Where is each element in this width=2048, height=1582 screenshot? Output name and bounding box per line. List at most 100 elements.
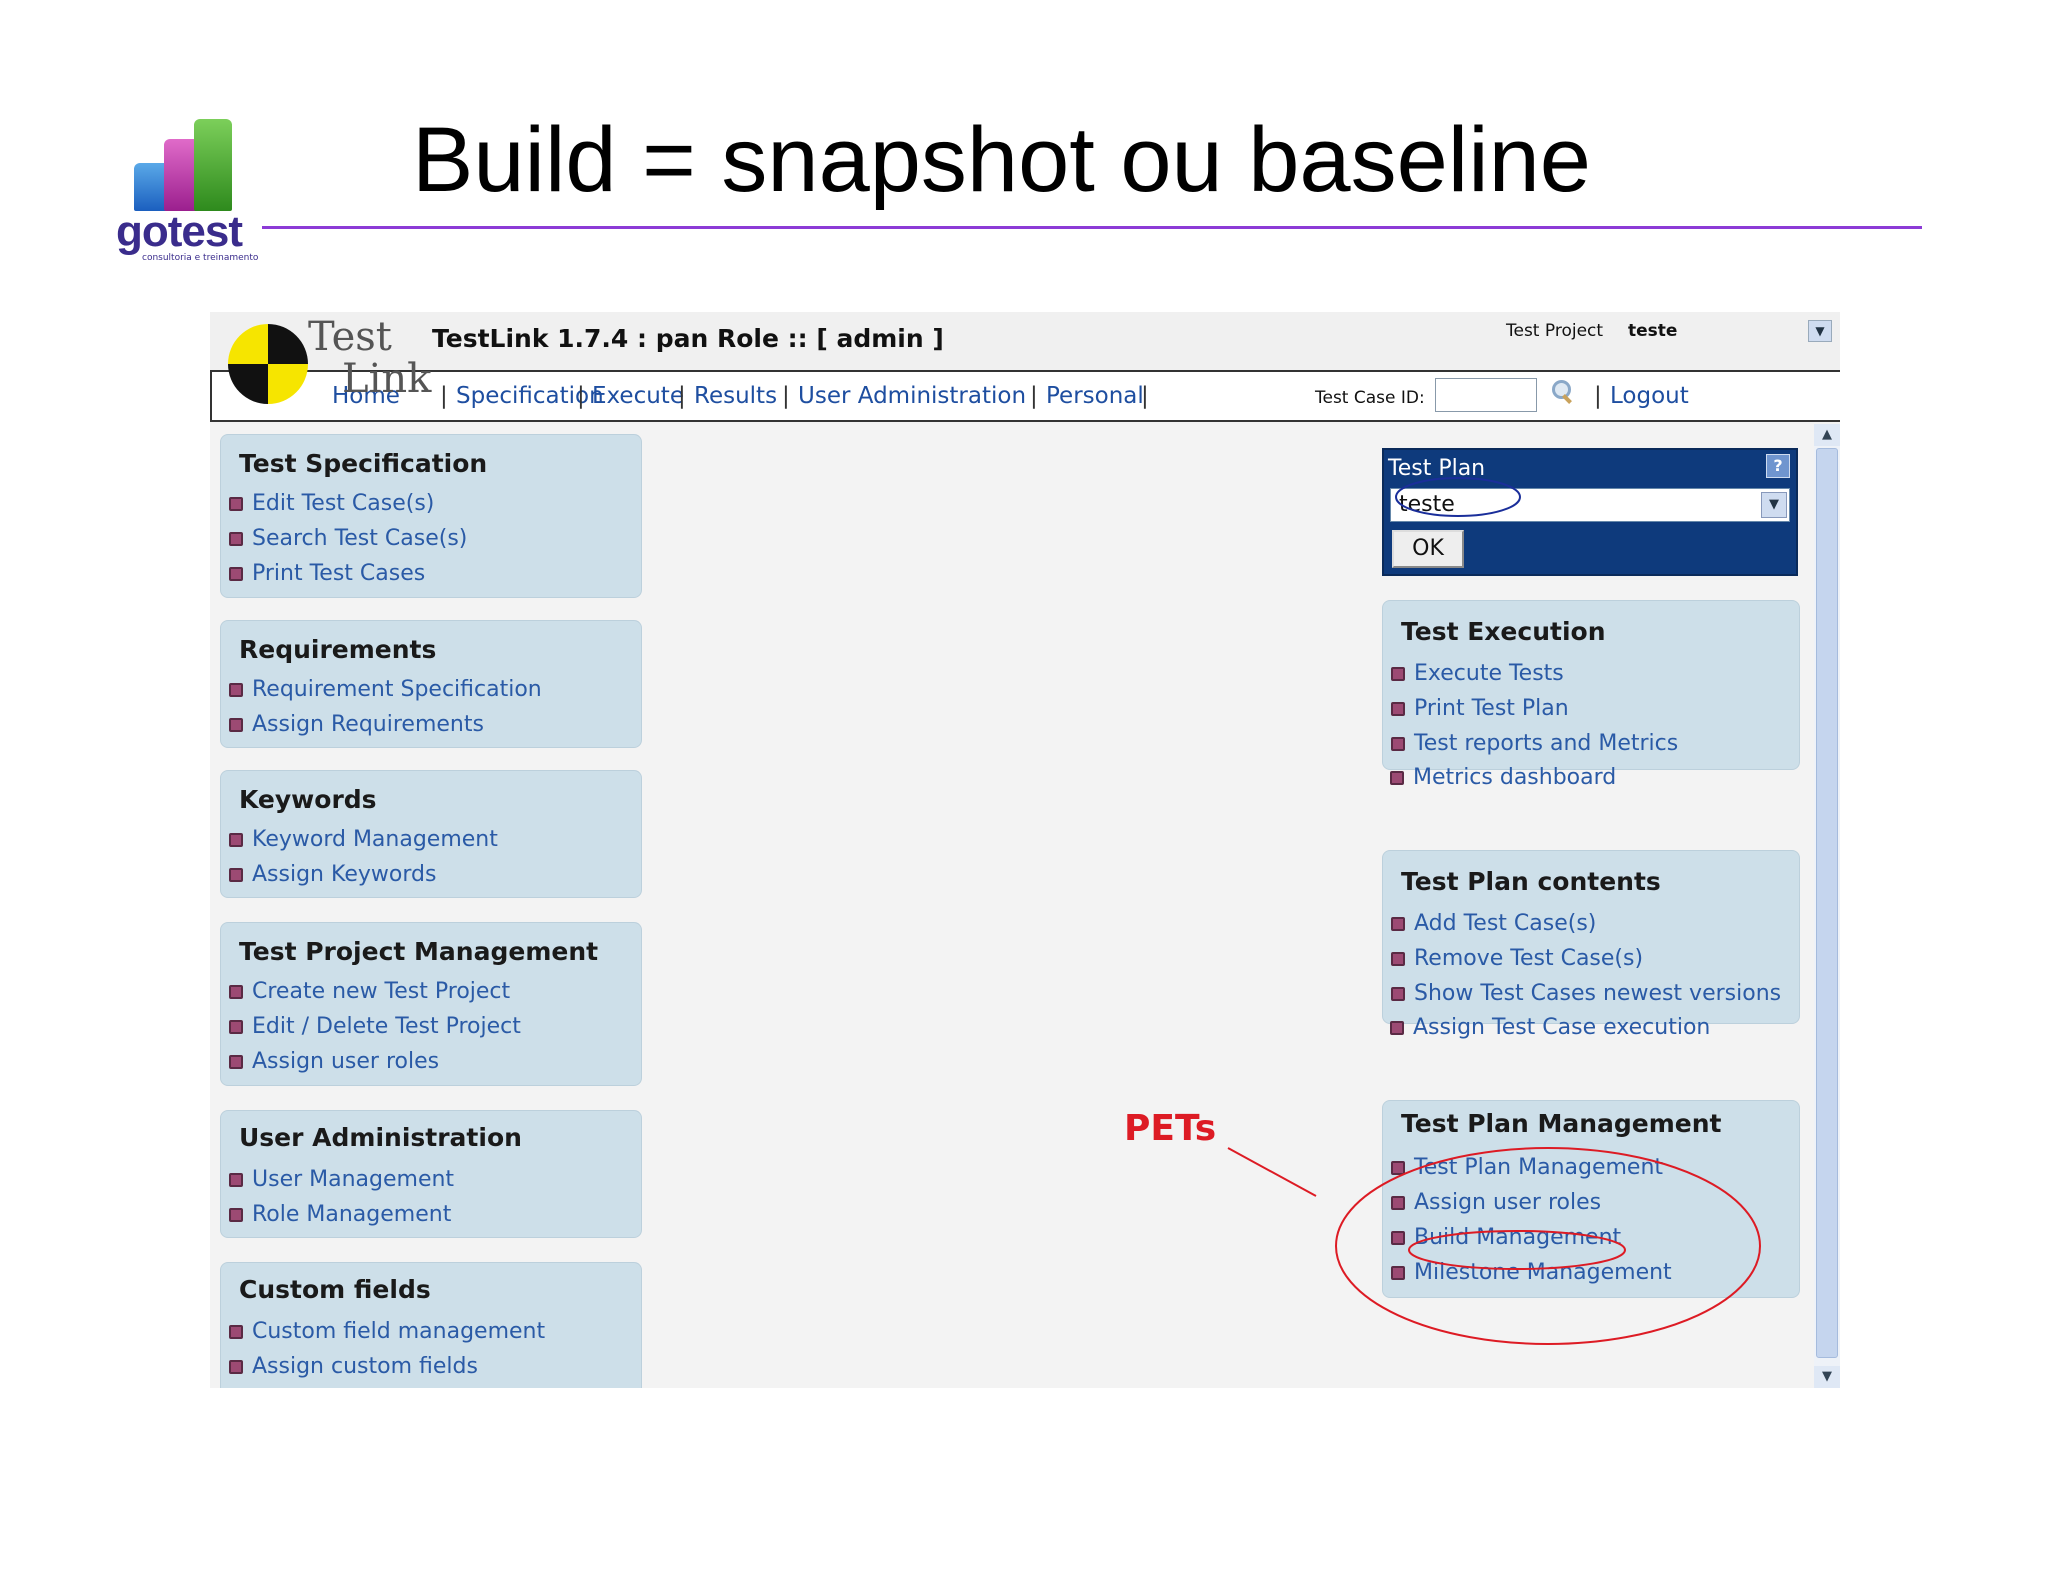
bullet-icon	[229, 867, 243, 882]
menu-item-label: Keyword Management	[252, 827, 498, 852]
menu-item-label: Custom field management	[252, 1319, 546, 1344]
test-plan-select[interactable]: teste ▼	[1390, 488, 1790, 522]
menu-item-add-test-cases[interactable]: Add Test Case(s)	[1391, 911, 1596, 936]
test-case-id-label: Test Case ID:	[1315, 388, 1425, 408]
menu-item-edit-delete-test-project[interactable]: Edit / Delete Test Project	[229, 1014, 521, 1039]
menu-item-milestone-management[interactable]: Milestone Management	[1391, 1260, 1672, 1285]
menu-title: Test Plan contents	[1401, 867, 1661, 896]
test-plan-selector: Test Plan ? teste ▼ OK	[1382, 448, 1798, 576]
bullet-icon	[229, 1019, 243, 1034]
menu-item-label: Assign user roles	[252, 1049, 440, 1074]
bullet-icon	[1391, 1265, 1405, 1280]
bullet-icon	[229, 1054, 243, 1069]
menu-item-search-test-cases[interactable]: Search Test Case(s)	[229, 526, 467, 551]
menu-item-assign-keywords[interactable]: Assign Keywords	[229, 862, 436, 887]
scrollbar-thumb[interactable]	[1816, 448, 1838, 1358]
nav-user-administration[interactable]: User Administration	[798, 383, 1026, 409]
menu-item-create-test-project[interactable]: Create new Test Project	[229, 979, 510, 1004]
menu-item-label: Assign Test Case execution	[1413, 1015, 1711, 1040]
nav-separator: |	[577, 383, 585, 409]
menu-item-metrics-dashboard[interactable]: Metrics dashboard	[1390, 765, 1616, 790]
menu-item-show-newest-versions[interactable]: Show Test Cases newest versions	[1391, 981, 1781, 1006]
menu-user-administration: User Administration User Management Role…	[220, 1110, 642, 1238]
menu-item-custom-field-management[interactable]: Custom field management	[229, 1319, 545, 1344]
menu-item-build-management[interactable]: Build Management	[1391, 1225, 1621, 1250]
test-plan-title: Test Plan	[1388, 456, 1486, 481]
menu-item-print-test-cases[interactable]: Print Test Cases	[229, 561, 425, 586]
test-plan-select-value: teste	[1399, 492, 1455, 517]
menu-custom-fields: Custom fields Custom field management As…	[220, 1262, 642, 1388]
bullet-icon	[1391, 1230, 1405, 1245]
menu-test-execution: Test Execution Execute Tests Print Test …	[1382, 600, 1800, 770]
chevron-down-icon[interactable]: ▼	[1814, 1366, 1840, 1388]
bullet-icon	[1391, 1195, 1405, 1210]
bullet-icon	[1391, 951, 1405, 966]
menu-item-user-management[interactable]: User Management	[229, 1167, 454, 1192]
menu-item-requirement-specification[interactable]: Requirement Specification	[229, 677, 542, 702]
nav-separator: |	[1594, 383, 1602, 409]
bullet-icon	[229, 1207, 243, 1222]
nav-results[interactable]: Results	[694, 383, 777, 409]
menu-item-label: Show Test Cases newest versions	[1414, 981, 1782, 1006]
nav-separator: |	[1030, 383, 1038, 409]
chevron-up-icon[interactable]: ▲	[1814, 424, 1840, 446]
menu-title: Test Plan Management	[1401, 1109, 1722, 1138]
testlink-header: TestLink 1.7.4 : pan Role :: [ admin ] T…	[210, 312, 1840, 372]
menu-item-label: Add Test Case(s)	[1414, 911, 1597, 936]
title-divider	[262, 226, 1922, 229]
chevron-down-icon[interactable]: ▼	[1761, 492, 1787, 518]
menu-item-label: Print Test Plan	[1414, 696, 1569, 721]
menu-item-assign-test-case-execution[interactable]: Assign Test Case execution	[1390, 1015, 1710, 1040]
menu-item-label: User Management	[252, 1167, 455, 1192]
nav-separator: |	[440, 383, 448, 409]
menu-item-test-plan-management[interactable]: Test Plan Management	[1391, 1155, 1663, 1180]
search-icon[interactable]	[1548, 378, 1572, 404]
menu-item-label: Metrics dashboard	[1413, 765, 1617, 790]
menu-item-label: Assign user roles	[1414, 1190, 1602, 1215]
bullet-icon	[229, 832, 243, 847]
testlink-window: TestLink 1.7.4 : pan Role :: [ admin ] T…	[210, 312, 1840, 1388]
version-role-text: TestLink 1.7.4 : pan Role :: [ admin ]	[432, 324, 944, 353]
menu-item-label: Search Test Case(s)	[252, 526, 468, 551]
menu-title: Keywords	[239, 785, 377, 814]
menu-item-assign-user-roles[interactable]: Assign user roles	[229, 1049, 439, 1074]
menu-item-print-test-plan[interactable]: Print Test Plan	[1391, 696, 1569, 721]
bullet-icon	[229, 1172, 243, 1187]
bullet-icon	[1391, 701, 1405, 716]
bullet-icon	[229, 496, 243, 511]
menu-item-assign-user-roles-plan[interactable]: Assign user roles	[1391, 1190, 1601, 1215]
menu-item-label: Milestone Management	[1414, 1260, 1672, 1285]
test-case-id-input[interactable]	[1435, 378, 1537, 412]
menu-item-label: Print Test Cases	[252, 561, 426, 586]
bullet-icon	[1391, 736, 1405, 751]
nav-logout[interactable]: Logout	[1610, 383, 1689, 409]
menu-item-edit-test-cases[interactable]: Edit Test Case(s)	[229, 491, 434, 516]
bullet-icon	[1391, 666, 1405, 681]
vertical-scrollbar[interactable]: ▲ ▼	[1814, 424, 1840, 1388]
nav-separator: |	[782, 383, 790, 409]
menu-test-plan-management: Test Plan Management Test Plan Managemen…	[1382, 1100, 1800, 1298]
help-icon[interactable]: ?	[1766, 454, 1790, 478]
pets-annotation-label: PETs	[1124, 1108, 1217, 1149]
logo-bar-green	[194, 119, 232, 211]
menu-item-test-reports-metrics[interactable]: Test reports and Metrics	[1391, 731, 1678, 756]
menu-title: Test Specification	[239, 449, 488, 478]
bullet-icon	[229, 531, 243, 546]
menu-item-role-management[interactable]: Role Management	[229, 1202, 451, 1227]
menu-item-execute-tests[interactable]: Execute Tests	[1391, 661, 1564, 686]
nav-personal[interactable]: Personal	[1046, 383, 1144, 409]
menu-item-assign-requirements[interactable]: Assign Requirements	[229, 712, 484, 737]
chevron-down-icon[interactable]: ▼	[1808, 320, 1832, 342]
top-navigation: Home | Specification | Execute | Results…	[210, 372, 1840, 422]
menu-item-label: Edit / Delete Test Project	[252, 1014, 521, 1039]
menu-item-remove-test-cases[interactable]: Remove Test Case(s)	[1391, 946, 1643, 971]
bullet-icon	[1391, 916, 1405, 931]
logo-subtitle: consultoria e treinamento	[142, 253, 259, 263]
menu-item-label: Remove Test Case(s)	[1414, 946, 1644, 971]
menu-item-assign-custom-fields[interactable]: Assign custom fields	[229, 1354, 478, 1379]
menu-test-plan-contents: Test Plan contents Add Test Case(s) Remo…	[1382, 850, 1800, 1024]
ok-button[interactable]: OK	[1392, 530, 1464, 568]
menu-item-label: Role Management	[252, 1202, 452, 1227]
menu-item-keyword-management[interactable]: Keyword Management	[229, 827, 498, 852]
nav-execute[interactable]: Execute	[592, 383, 684, 409]
